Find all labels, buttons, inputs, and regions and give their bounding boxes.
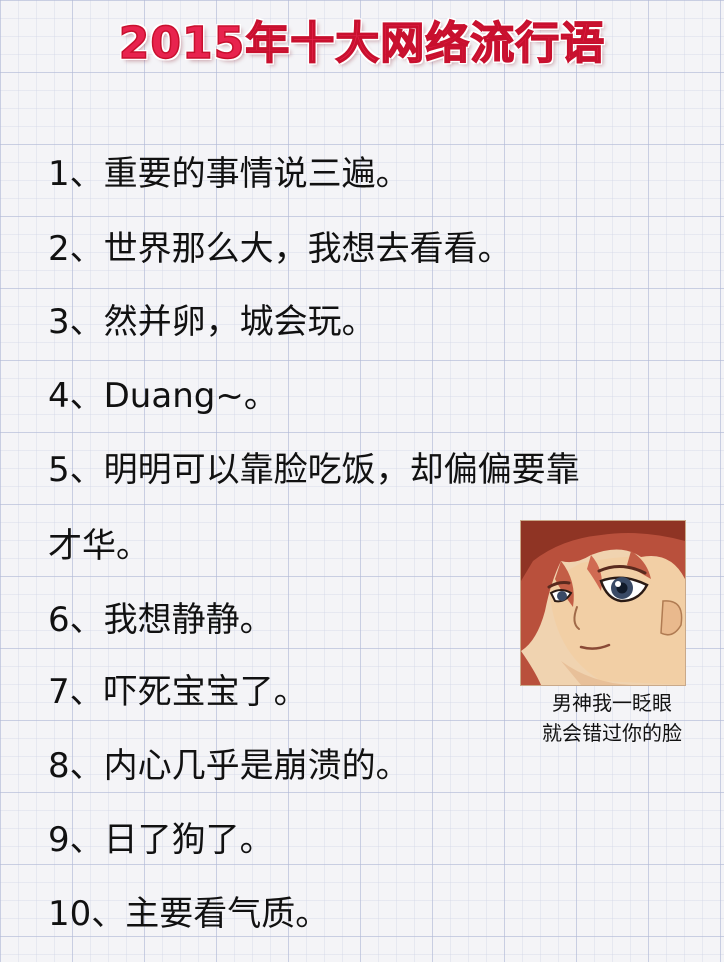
list-item-continuation: 才华。	[48, 526, 150, 566]
list-item: 9、日了狗了。	[48, 820, 274, 860]
list-item: 5、明明可以靠脸吃饭，却偏偏要靠	[48, 450, 580, 490]
list-item: 6、我想静静。	[48, 600, 274, 640]
list-item: 8、内心几乎是崩溃的。	[48, 746, 410, 786]
list-item: 3、然并卵，城会玩。	[48, 302, 376, 342]
image-caption: 男神我一眨眼 就会错过你的脸	[504, 688, 720, 748]
page-title: 2015年十大网络流行语	[118, 17, 606, 70]
list-item: 7、吓死宝宝了。	[48, 672, 308, 712]
caption-line: 就会错过你的脸	[542, 721, 682, 745]
list-item: 4、Duang~。	[48, 376, 278, 416]
list-item: 1、重要的事情说三遍。	[48, 154, 410, 194]
list-item: 10、主要看气质。	[48, 894, 330, 934]
list-item: 2、世界那么大，我想去看看。	[48, 229, 512, 269]
anime-boy-face-icon	[520, 520, 686, 686]
caption-line: 男神我一眨眼	[552, 691, 672, 715]
